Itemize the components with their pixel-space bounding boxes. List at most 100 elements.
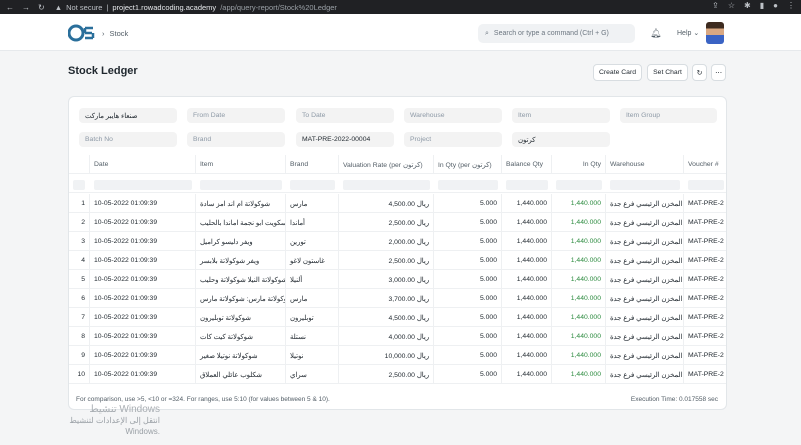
filter-cell[interactable] bbox=[343, 180, 430, 190]
more-menu-button[interactable]: ⋯ bbox=[711, 64, 726, 81]
url-path: /app/query-report/Stock%20Ledger bbox=[220, 2, 337, 12]
col-item[interactable]: Item bbox=[196, 155, 286, 174]
create-card-button[interactable]: Create Card bbox=[593, 64, 642, 81]
item-group-filter[interactable]: Item Group bbox=[620, 108, 717, 123]
filter-cell[interactable] bbox=[438, 180, 498, 190]
col-balance-qty[interactable]: Balance Qty bbox=[502, 155, 552, 174]
filter-cell[interactable] bbox=[610, 180, 680, 190]
help-dropdown[interactable]: Help ⌄ bbox=[677, 29, 699, 37]
avatar[interactable] bbox=[706, 22, 724, 44]
warehouse-filter[interactable]: Warehouse bbox=[404, 108, 502, 123]
cell-balance-qty: 1,440.000 bbox=[502, 365, 552, 384]
cell-warehouse: المخزن الرئيسي فرع جدة bbox=[606, 232, 684, 251]
menu-icon[interactable]: ⋮ bbox=[787, 1, 795, 10]
column-filter-row bbox=[69, 175, 726, 193]
col-warehouse[interactable]: Warehouse bbox=[606, 155, 684, 174]
breadcrumb: › Stock bbox=[102, 29, 128, 38]
profile-icon[interactable]: ● bbox=[773, 1, 778, 10]
app-logo-icon[interactable] bbox=[68, 24, 96, 42]
col-date[interactable]: Date bbox=[90, 155, 196, 174]
uom-filter[interactable]: كرتون bbox=[512, 132, 610, 147]
cell-date: 10-05-2022 01:09:39 bbox=[90, 327, 196, 346]
table-row[interactable]: 1 10-05-2022 01:09:39 شوكولاتة ام اند امز … bbox=[69, 194, 726, 213]
voucher-no-filter[interactable]: MAT-PRE-2022-00004 bbox=[296, 132, 394, 147]
cell-valuation-rate: 4,500.00 ريال bbox=[339, 308, 434, 327]
report-datatable: Date Item Brand Valuation Rate (per كرتو… bbox=[69, 155, 726, 388]
cell-warehouse: المخزن الرئيسي فرع جدة bbox=[606, 346, 684, 365]
table-row[interactable]: 3 10-05-2022 01:09:39 ويفر دليسو كراميل تور… bbox=[69, 232, 726, 251]
cell-in-qty: 1,440.000 bbox=[552, 213, 606, 232]
brand-filter[interactable]: Brand bbox=[187, 132, 285, 147]
cell-item: شوكولاتة ام اند امز سادة bbox=[196, 194, 286, 213]
cell-in-qty: 1,440.000 bbox=[552, 346, 606, 365]
col-brand[interactable]: Brand bbox=[286, 155, 339, 174]
col-in-qty[interactable]: In Qty bbox=[552, 155, 606, 174]
col-valuation-rate[interactable]: Valuation Rate (per كرتون) bbox=[339, 155, 434, 174]
col-in-qty-uom[interactable]: In Qty (per كرتون) bbox=[434, 155, 502, 174]
table-row[interactable]: 10 10-05-2022 01:09:39 شكلوب عائلي العملاق… bbox=[69, 365, 726, 384]
extensions-icon[interactable]: ✱ bbox=[744, 1, 751, 10]
share-icon[interactable]: ⇪ bbox=[712, 1, 719, 10]
reload-icon[interactable]: ↻ bbox=[38, 3, 45, 12]
cell-warehouse: المخزن الرئيسي فرع جدة bbox=[606, 289, 684, 308]
item-filter[interactable]: Item bbox=[512, 108, 610, 123]
table-row[interactable]: 6 10-05-2022 01:09:39 شوكولاتة مارس: شوكول… bbox=[69, 289, 726, 308]
table-row[interactable]: 7 10-05-2022 01:09:39 شوكولاتة توبليرون توب… bbox=[69, 308, 726, 327]
table-row[interactable]: 4 10-05-2022 01:09:39 ويفر شوكولاتة بلابسر… bbox=[69, 251, 726, 270]
notification-bell-icon[interactable]: 🔔︎ bbox=[650, 28, 661, 39]
cell-warehouse: المخزن الرئيسي فرع جدة bbox=[606, 270, 684, 289]
cell-valuation-rate: 2,500.00 ريال bbox=[339, 213, 434, 232]
cell-voucher: MAT-PRE-2 bbox=[684, 365, 726, 384]
from-date-filter[interactable]: From Date bbox=[187, 108, 285, 123]
awesomebar-search[interactable]: ⌕ Search or type a command (Ctrl + G) bbox=[478, 24, 635, 43]
filter-cell[interactable] bbox=[290, 180, 335, 190]
back-icon[interactable]: ← bbox=[6, 3, 14, 12]
filter-cell[interactable] bbox=[688, 180, 724, 190]
table-row[interactable]: 5 10-05-2022 01:09:39 شوكولاتة النيلا شوكو… bbox=[69, 270, 726, 289]
table-row[interactable]: 8 10-05-2022 01:09:39 شوكولاتة كيت كات نستل… bbox=[69, 327, 726, 346]
table-header-row: Date Item Brand Valuation Rate (per كرتو… bbox=[69, 155, 726, 174]
filter-cell[interactable] bbox=[556, 180, 602, 190]
filter-cell[interactable] bbox=[94, 180, 192, 190]
cell-balance-qty: 1,440.000 bbox=[502, 232, 552, 251]
cell-in-qty: 1,440.000 bbox=[552, 270, 606, 289]
cell-item: شوكولاتة توبليرون bbox=[196, 308, 286, 327]
address-bar[interactable]: ▲ Not secure | project1.rowadcoding.acad… bbox=[55, 3, 337, 12]
forward-icon[interactable]: → bbox=[22, 3, 30, 12]
filter-cell[interactable] bbox=[200, 180, 282, 190]
batch-no-filter[interactable]: Batch No bbox=[79, 132, 177, 147]
page-title: Stock Ledger bbox=[68, 65, 138, 77]
filter-cell[interactable] bbox=[73, 180, 85, 190]
more-icon: ⋯ bbox=[715, 69, 722, 77]
company-filter[interactable]: صنعاء هايبر ماركت bbox=[79, 108, 177, 123]
to-date-filter[interactable]: To Date bbox=[296, 108, 394, 123]
filter-help-note: For comparison, use >5, <10 or =324. For… bbox=[76, 396, 330, 403]
cell-brand: توبليرون bbox=[286, 308, 339, 327]
table-row[interactable]: 9 10-05-2022 01:09:39 شوكولاتة نوتيلا صغير… bbox=[69, 346, 726, 365]
sidebar-icon[interactable]: ▮ bbox=[760, 1, 764, 10]
filter-cell[interactable] bbox=[506, 180, 548, 190]
row-index: 5 bbox=[69, 270, 90, 289]
chevron-down-icon: ⌄ bbox=[693, 30, 700, 37]
cell-in-qty-uom: 5.000 bbox=[434, 346, 502, 365]
cell-brand: مارس bbox=[286, 289, 339, 308]
set-chart-button[interactable]: Set Chart bbox=[647, 64, 688, 81]
watermark-line1: تنشيط Windows bbox=[89, 404, 160, 415]
watermark-line2: انتقل إلى الإعدادات لتنشيط Windows. bbox=[69, 416, 160, 436]
help-label: Help bbox=[677, 30, 692, 37]
windows-activation-watermark: تنشيط Windows انتقل إلى الإعدادات لتنشيط… bbox=[40, 404, 160, 437]
refresh-button[interactable]: ↻ bbox=[692, 64, 707, 81]
security-label: Not secure bbox=[66, 2, 103, 12]
col-voucher[interactable]: Voucher # bbox=[684, 155, 726, 174]
row-index: 9 bbox=[69, 346, 90, 365]
star-icon[interactable]: ☆ bbox=[728, 1, 735, 10]
app-navbar: › Stock ⌕ Search or type a command (Ctrl… bbox=[0, 14, 801, 51]
row-index: 6 bbox=[69, 289, 90, 308]
cell-in-qty-uom: 5.000 bbox=[434, 213, 502, 232]
cell-in-qty-uom: 5.000 bbox=[434, 232, 502, 251]
breadcrumb-stock[interactable]: Stock bbox=[110, 29, 129, 38]
table-row[interactable]: 2 10-05-2022 01:09:39 بسكويت ابو نجمة امان… bbox=[69, 213, 726, 232]
project-filter[interactable]: Project bbox=[404, 132, 502, 147]
cell-voucher: MAT-PRE-2 bbox=[684, 270, 726, 289]
cell-balance-qty: 1,440.000 bbox=[502, 270, 552, 289]
